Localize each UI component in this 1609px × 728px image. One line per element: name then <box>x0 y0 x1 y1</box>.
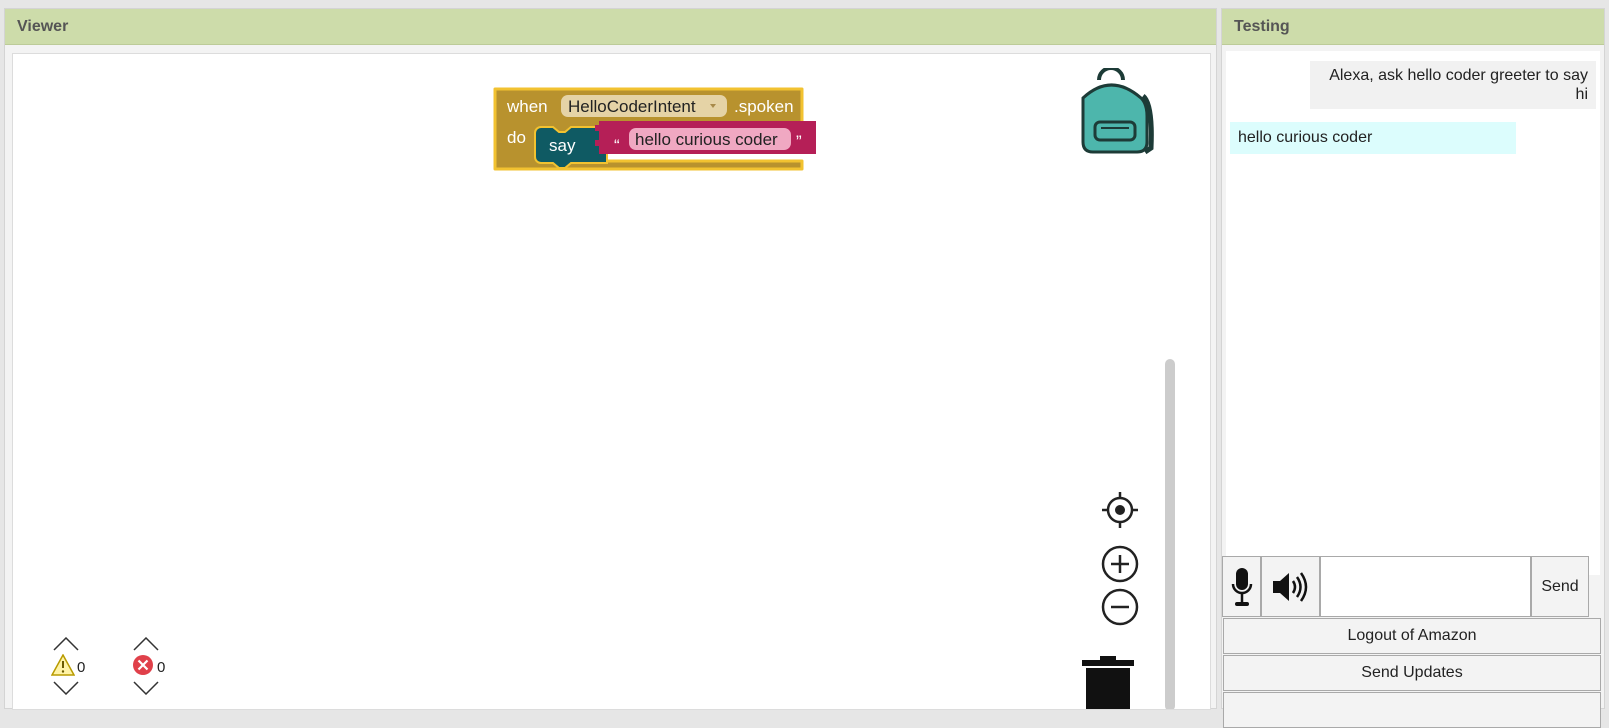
when-label: when <box>506 97 548 116</box>
speaker-button[interactable] <box>1261 556 1320 617</box>
microphone-icon <box>1231 567 1252 606</box>
text-string-block[interactable]: “ hello curious coder ” <box>595 121 816 155</box>
quote-close: ” <box>796 132 802 151</box>
error-next-arrow-icon[interactable] <box>133 681 159 695</box>
viewer-panel: Viewer when HelloCoderIntent .spoken do … <box>4 8 1217 710</box>
do-label: do <box>507 128 526 147</box>
bot-message: hello curious coder <box>1230 122 1516 154</box>
microphone-button[interactable] <box>1222 556 1261 617</box>
viewer-title: Viewer <box>5 9 1216 45</box>
test-utterance-input[interactable] <box>1320 556 1531 617</box>
testing-panel: Testing Alexa, ask hello coder greeter t… <box>1221 8 1605 728</box>
user-message: Alexa, ask hello coder greeter to say hi <box>1310 61 1596 109</box>
recenter-icon[interactable] <box>1100 490 1140 530</box>
testing-title: Testing <box>1222 9 1604 45</box>
logout-amazon-button[interactable]: Logout of Amazon <box>1223 618 1601 654</box>
spoken-label: .spoken <box>734 97 794 116</box>
intent-dropdown-label: HelloCoderIntent <box>568 97 696 116</box>
zoom-out-icon[interactable] <box>1100 587 1140 627</box>
string-field-value: hello curious coder <box>635 130 778 149</box>
warning-count: 0 <box>77 659 86 676</box>
when-intent-spoken-block[interactable]: when HelloCoderIntent .spoken do say “ h… <box>491 87 821 173</box>
extra-button[interactable] <box>1223 692 1601 728</box>
error-icon <box>133 655 153 675</box>
error-count: 0 <box>157 659 166 676</box>
send-updates-button[interactable]: Send Updates <box>1223 655 1601 691</box>
error-prev-arrow-icon[interactable] <box>133 637 159 651</box>
speaker-icon <box>1272 571 1307 602</box>
quote-open: “ <box>614 136 620 155</box>
warning-next-arrow-icon[interactable] <box>53 681 79 695</box>
say-block[interactable]: say <box>534 126 608 169</box>
warning-prev-arrow-icon[interactable] <box>53 637 79 651</box>
backpack-icon[interactable] <box>1069 68 1155 156</box>
zoom-in-icon[interactable] <box>1100 544 1140 584</box>
chat-area: Alexa, ask hello coder greeter to say hi… <box>1226 51 1600 575</box>
trash-icon[interactable] <box>1082 654 1138 710</box>
warning-icon <box>51 654 75 676</box>
workspace-scrollbar[interactable] <box>1165 359 1175 709</box>
send-button[interactable]: Send <box>1531 556 1589 617</box>
blocks-workspace[interactable]: when HelloCoderIntent .spoken do say “ h… <box>12 53 1211 710</box>
say-label: say <box>549 136 576 155</box>
